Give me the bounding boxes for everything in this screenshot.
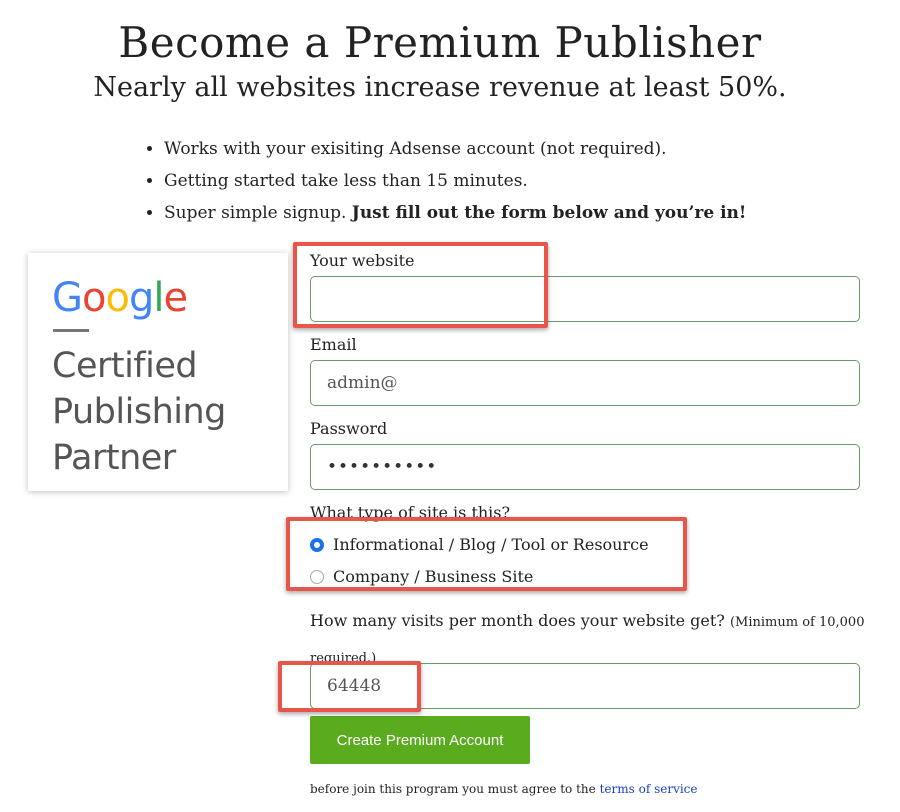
list-item: Works with your exisiting Adsense accoun…: [164, 133, 746, 165]
radio-selected-icon[interactable]: [310, 537, 324, 552]
create-account-button[interactable]: Create Premium Account: [310, 716, 530, 764]
list-item: Super simple signup. Just fill out the f…: [164, 197, 746, 229]
email-input[interactable]: admin@: [310, 360, 860, 406]
email-label: Email: [310, 335, 357, 354]
benefits-list: Works with your exisiting Adsense accoun…: [140, 133, 746, 229]
site-type-label: What type of site is this?: [310, 503, 511, 522]
password-label: Password: [310, 419, 388, 438]
google-logo: Google: [52, 275, 188, 321]
list-item: Getting started take less than 15 minute…: [164, 165, 746, 197]
page-title: Become a Premium Publisher: [118, 18, 762, 67]
badge-divider: [53, 329, 89, 332]
website-label: Your website: [310, 251, 415, 270]
terms-of-service-link[interactable]: terms of service: [600, 782, 698, 796]
benefit-bold-text: Just fill out the form below and you’re …: [351, 203, 747, 223]
terms-notice: before join this program you must agree …: [310, 782, 698, 796]
site-type-option-informational[interactable]: Informational / Blog / Tool or Resource: [310, 535, 649, 554]
password-input[interactable]: ••••••••••: [310, 444, 860, 490]
page-subtitle: Nearly all websites increase revenue at …: [93, 72, 787, 103]
site-type-option-company[interactable]: Company / Business Site: [310, 567, 533, 586]
google-certified-badge: Google Certified Publishing Partner: [28, 253, 288, 491]
badge-text: Certified Publishing Partner: [52, 346, 226, 478]
website-input[interactable]: [310, 276, 860, 322]
visits-input[interactable]: 64448: [310, 663, 860, 709]
radio-unselected-icon[interactable]: [310, 569, 324, 584]
